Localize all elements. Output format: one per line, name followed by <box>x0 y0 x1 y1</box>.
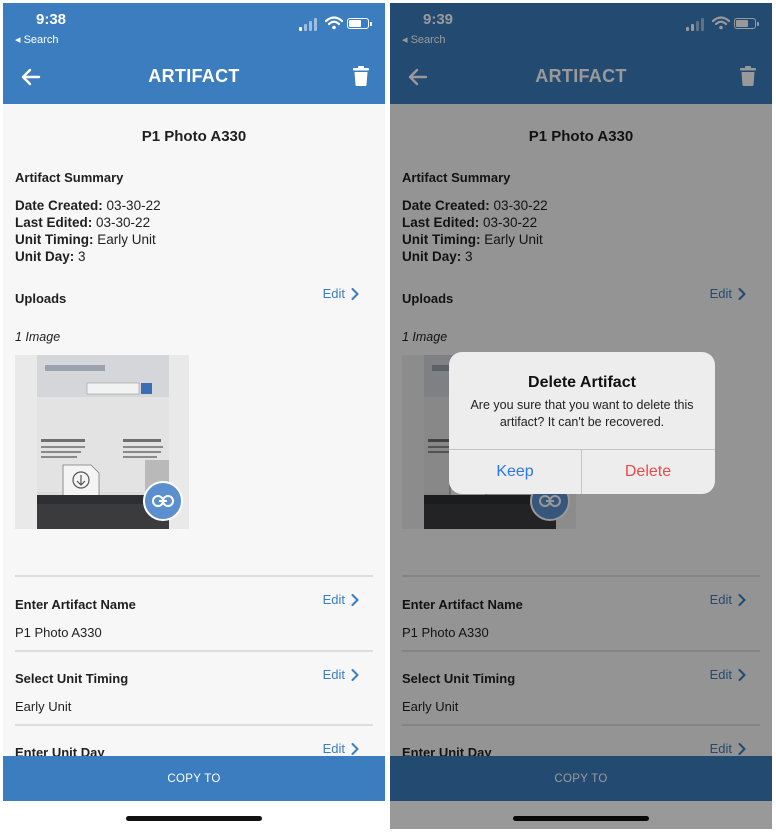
unit-day-value: 3 <box>78 249 86 264</box>
last-edited-label: Last Edited: <box>15 215 93 230</box>
dialog-message: Are you sure that you want to delete thi… <box>470 398 694 429</box>
unit-day-edit-button[interactable]: Edit <box>323 741 359 756</box>
status-time: 9:38 <box>36 11 67 28</box>
chevron-right-icon <box>351 593 359 606</box>
artifact-screen-with-dialog: 9:39 ◂ Search ARTIFACT P1 Photo A330 Art… <box>390 3 772 829</box>
image-count: 1 Image <box>15 330 61 344</box>
summary-heading: Artifact Summary <box>15 170 124 185</box>
keep-button[interactable]: Keep <box>449 449 581 494</box>
uploads-heading: Uploads <box>15 291 67 306</box>
artifact-meta: Date Created: 03-30-22 Last Edited: 03-3… <box>15 197 161 265</box>
artifact-name-value: P1 Photo A330 <box>15 625 102 640</box>
artifact-title: P1 Photo A330 <box>141 128 247 145</box>
chevron-right-icon <box>351 668 359 681</box>
delete-artifact-dialog: Delete Artifact Are you sure that you wa… <box>449 352 715 494</box>
chevron-right-icon <box>351 287 359 300</box>
edit-label: Edit <box>322 667 345 682</box>
link-icon <box>152 495 174 507</box>
unit-day-label: Unit Day: <box>15 249 75 264</box>
artifact-name-heading: Enter Artifact Name <box>15 597 136 612</box>
signal-icon <box>299 17 321 31</box>
unit-timing-value: Early Unit <box>97 232 156 247</box>
home-area <box>3 801 385 829</box>
copy-to-button[interactable]: COPY TO <box>3 756 385 801</box>
unit-timing-value: Early Unit <box>15 699 72 714</box>
date-created-value: 03-30-22 <box>106 198 161 213</box>
trash-icon[interactable] <box>353 66 369 86</box>
status-icons <box>299 16 372 31</box>
status-back-to-search[interactable]: ◂ Search <box>15 33 58 46</box>
unit-timing-label: Unit Timing: <box>15 232 94 247</box>
unit-timing-heading: Select Unit Timing <box>15 671 129 686</box>
battery-icon <box>347 18 372 29</box>
dialog-title: Delete Artifact <box>528 374 636 391</box>
unit-timing-edit-button[interactable]: Edit <box>323 667 359 682</box>
artifact-name-edit-button[interactable]: Edit <box>323 592 359 607</box>
date-created-label: Date Created: <box>15 198 103 213</box>
top-bar: 9:38 ◂ Search ARTIFACT <box>3 3 385 104</box>
edit-label: Edit <box>322 286 345 301</box>
link-button[interactable] <box>143 481 183 521</box>
last-edited-value: 03-30-22 <box>96 215 151 230</box>
edit-label: Edit <box>322 741 345 756</box>
edit-label: Edit <box>322 592 345 607</box>
divider <box>15 650 373 652</box>
artifact-screen: 9:38 ◂ Search ARTIFACT P1 Photo A330 Art… <box>3 3 385 829</box>
page-title: ARTIFACT <box>148 66 240 86</box>
divider <box>15 575 373 577</box>
home-indicator[interactable] <box>126 816 262 821</box>
chevron-right-icon <box>351 742 359 755</box>
uploads-edit-button[interactable]: Edit <box>323 286 359 301</box>
divider <box>15 724 373 726</box>
artifact-content: P1 Photo A330 Artifact Summary Date Crea… <box>3 104 385 760</box>
wifi-icon <box>325 16 343 30</box>
delete-button[interactable]: Delete <box>582 449 714 494</box>
